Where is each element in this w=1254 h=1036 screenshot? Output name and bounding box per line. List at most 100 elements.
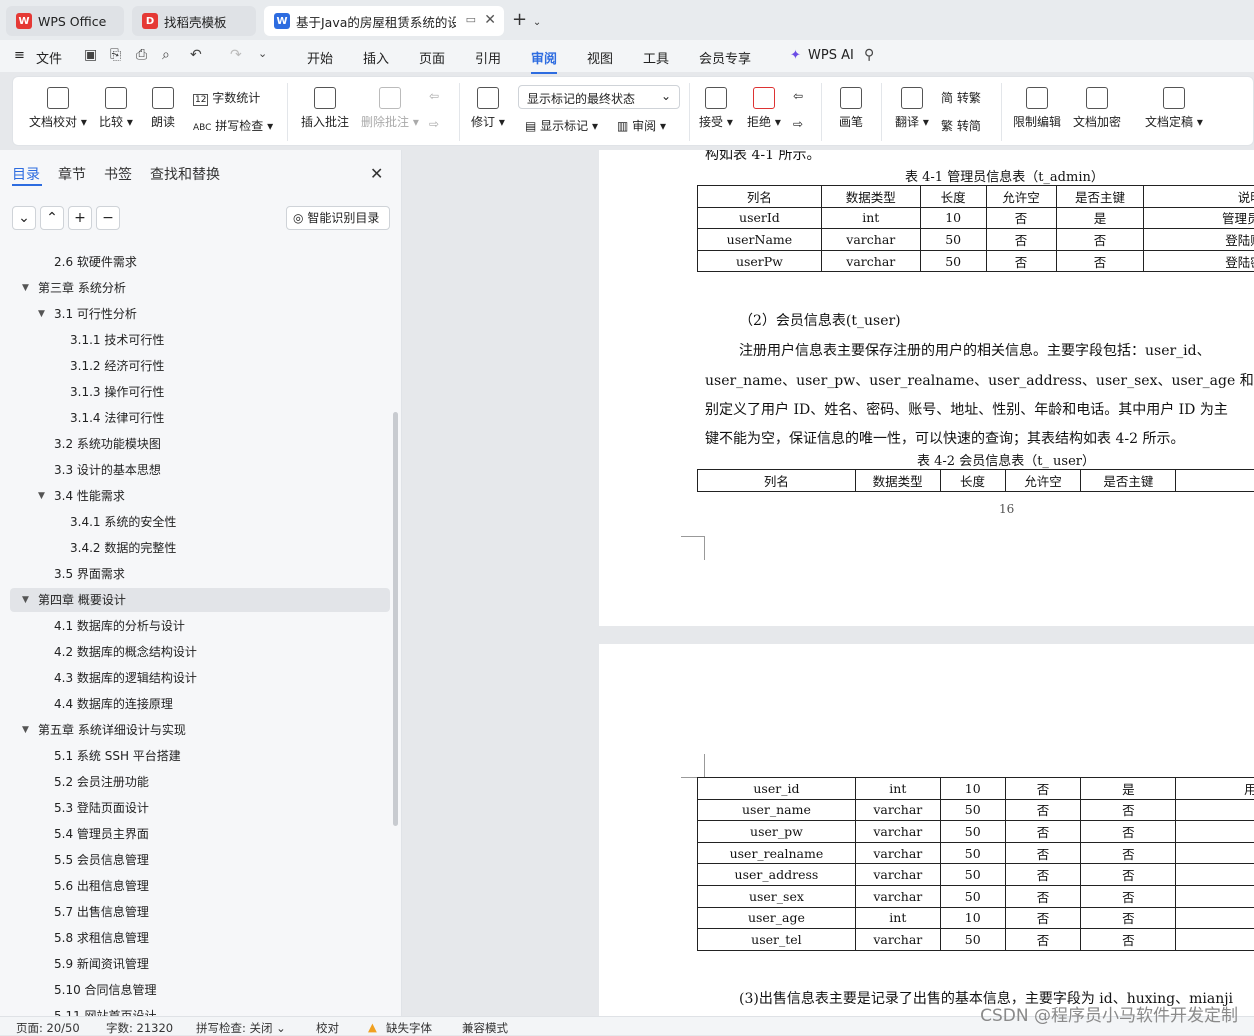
toc-item[interactable]: 5.3 登陆页面设计 (10, 796, 390, 820)
undo-icon[interactable]: ↶ (190, 47, 202, 63)
search-icon[interactable]: ⚲ (864, 47, 874, 63)
toc-item[interactable]: 5.8 求租信息管理 (10, 926, 390, 950)
menu-review[interactable]: 审阅 (531, 48, 557, 74)
page-indicator[interactable]: 页面: 20/50 (16, 1020, 80, 1036)
toc-item[interactable]: 4.4 数据库的连接原理 (10, 692, 390, 716)
toc-item[interactable]: 4.2 数据库的概念结构设计 (10, 640, 390, 664)
print-preview-icon[interactable]: ⌕ (162, 47, 170, 63)
toc-item[interactable]: 3.5 界面需求 (10, 562, 390, 586)
tab-find-replace[interactable]: 查找和替换 (150, 164, 220, 184)
toc-item[interactable]: 3.4.2 数据的完整性 (10, 536, 390, 560)
word-count-button[interactable]: 12 字数统计 (193, 89, 260, 106)
toc-item[interactable]: 5.10 合同信息管理 (10, 978, 390, 1002)
next-comment-icon[interactable]: ⇨ (429, 117, 439, 131)
toc-item[interactable]: 5.7 出售信息管理 (10, 900, 390, 924)
expand-down-button[interactable]: ⌄ (12, 206, 36, 230)
menu-view[interactable]: 视图 (587, 48, 613, 67)
toc-item[interactable]: 3.2 系统功能模块图 (10, 432, 390, 456)
menu-home[interactable]: 开始 (307, 48, 333, 67)
toc-item[interactable]: 5.1 系统 SSH 平台搭建 (10, 744, 390, 768)
tab-chapters[interactable]: 章节 (58, 164, 86, 184)
menu-member[interactable]: 会员专享 (699, 48, 751, 67)
tab-wps-office[interactable]: WWPS Office (6, 6, 124, 36)
export-icon[interactable]: ⎘ (110, 47, 121, 63)
toc-item[interactable]: 5.2 会员注册功能 (10, 770, 390, 794)
add-heading-button[interactable]: + (68, 206, 92, 230)
close-icon[interactable]: ✕ (370, 164, 383, 183)
show-markup-button[interactable]: ▤ 显示标记 ▾ (525, 117, 598, 134)
tab-document[interactable]: W基于Java的房屋租赁系统的设计▭✕ (264, 6, 504, 36)
review-pane-button[interactable]: ▥ 审阅 ▾ (617, 117, 666, 134)
translate-button[interactable]: 翻译 ▾ (895, 87, 929, 130)
insert-comment-button[interactable]: 插入批注 (301, 87, 349, 130)
save-icon[interactable]: ▣ (84, 47, 97, 63)
toc-item[interactable]: 5.6 出租信息管理 (10, 874, 390, 898)
close-tab-icon[interactable]: ✕ (484, 12, 496, 28)
read-aloud-button[interactable]: 朗读 (151, 87, 175, 130)
accept-button[interactable]: 接受 ▾ (699, 87, 733, 130)
menu-file[interactable]: 文件 (36, 48, 62, 67)
expand-arrow-icon[interactable]: ▼ (38, 484, 45, 508)
toc-item[interactable]: 3.1.4 法律可行性 (10, 406, 390, 430)
tab-template[interactable]: D找稻壳模板 (132, 6, 256, 36)
revise-button[interactable]: 修订 ▾ (471, 87, 505, 130)
smart-toc-button[interactable]: ◎ 智能识别目录 (286, 206, 390, 230)
toc-item[interactable]: 3.1.1 技术可行性 (10, 328, 390, 352)
reject-button[interactable]: 拒绝 ▾ (747, 87, 781, 130)
toc-item[interactable]: 3.1.3 操作可行性 (10, 380, 390, 404)
toc-item[interactable]: 5.4 管理员主界面 (10, 822, 390, 846)
doc-check-button[interactable]: 文档校对 ▾ (29, 87, 87, 130)
toc-item[interactable]: ▼第五章 系统详细设计与实现 (10, 718, 390, 742)
toc-item[interactable]: 4.1 数据库的分析与设计 (10, 614, 390, 638)
hamburger-icon[interactable]: ≡ (14, 48, 25, 63)
remove-heading-button[interactable]: − (96, 206, 120, 230)
tab-bookmarks[interactable]: 书签 (104, 164, 132, 184)
toc-item[interactable]: 4.3 数据库的逻辑结构设计 (10, 666, 390, 690)
missing-font-status[interactable]: 缺失字体 (386, 1020, 432, 1036)
print-icon[interactable]: ⎙ (136, 47, 147, 63)
next-change-icon[interactable]: ⇨ (793, 117, 803, 131)
toc-item[interactable]: ▼3.1 可行性分析 (10, 302, 390, 326)
markup-state-select[interactable]: 显示标记的最终状态⌄ (518, 85, 680, 109)
menu-page[interactable]: 页面 (419, 48, 445, 67)
expand-arrow-icon[interactable]: ▼ (22, 718, 29, 742)
menu-references[interactable]: 引用 (475, 48, 501, 67)
menu-insert[interactable]: 插入 (363, 48, 389, 67)
pen-button[interactable]: 画笔 (839, 87, 863, 130)
compare-button[interactable]: 比较 ▾ (99, 87, 133, 130)
toc-item[interactable]: ▼3.4 性能需求 (10, 484, 390, 508)
toc-item[interactable]: 3.4.1 系统的安全性 (10, 510, 390, 534)
to-traditional-button[interactable]: 简 转繁 (941, 89, 981, 106)
more-quick-access-icon[interactable]: ⌄ (258, 47, 267, 60)
toc-item[interactable]: 2.6 软硬件需求 (10, 250, 390, 274)
toc-item[interactable]: ▼第三章 系统分析 (10, 276, 390, 300)
window-mode-icon[interactable]: ▭ (466, 13, 476, 26)
expand-arrow-icon[interactable]: ▼ (22, 276, 29, 300)
spell-check-status[interactable]: 拼写检查: 关闭 ⌄ (196, 1020, 286, 1036)
encrypt-button[interactable]: 文档加密 (1073, 87, 1121, 130)
finalize-button[interactable]: 文档定稿 ▾ (1145, 87, 1203, 130)
new-tab-icon[interactable]: + ⌄ (512, 9, 541, 30)
tab-toc[interactable]: 目录 (12, 164, 40, 184)
expand-arrow-icon[interactable]: ▼ (22, 588, 29, 612)
proofread-status[interactable]: 校对 (316, 1020, 339, 1036)
toc-item[interactable]: 3.1.2 经济可行性 (10, 354, 390, 378)
sidebar-scrollbar[interactable] (393, 412, 398, 826)
word-count-status[interactable]: 字数: 21320 (106, 1020, 173, 1036)
spell-check-button[interactable]: ABC 拼写检查 ▾ (193, 117, 273, 134)
toc-item[interactable]: 5.9 新闻资讯管理 (10, 952, 390, 976)
menu-wps-ai[interactable]: WPS AI (808, 48, 854, 63)
toc-item[interactable]: ▼第四章 概要设计 (10, 588, 390, 612)
prev-change-icon[interactable]: ⇦ (793, 89, 803, 103)
to-simplified-button[interactable]: 繁 转简 (941, 117, 981, 134)
prev-comment-icon[interactable]: ⇦ (429, 89, 439, 103)
collapse-up-button[interactable]: ⌃ (40, 206, 64, 230)
menu-tools[interactable]: 工具 (643, 48, 669, 67)
toc-item[interactable]: 3.3 设计的基本思想 (10, 458, 390, 482)
redo-icon[interactable]: ↷ (230, 47, 242, 63)
expand-arrow-icon[interactable]: ▼ (38, 302, 45, 326)
document-canvas[interactable]: 构如表 4-1 所示。 表 4-1 管理员信息表（t_admin） 列名数据类型… (403, 150, 1254, 1016)
restrict-edit-button[interactable]: 限制编辑 (1013, 87, 1061, 130)
delete-comment-button[interactable]: 删除批注 ▾ (361, 87, 419, 130)
toc-item[interactable]: 5.5 会员信息管理 (10, 848, 390, 872)
